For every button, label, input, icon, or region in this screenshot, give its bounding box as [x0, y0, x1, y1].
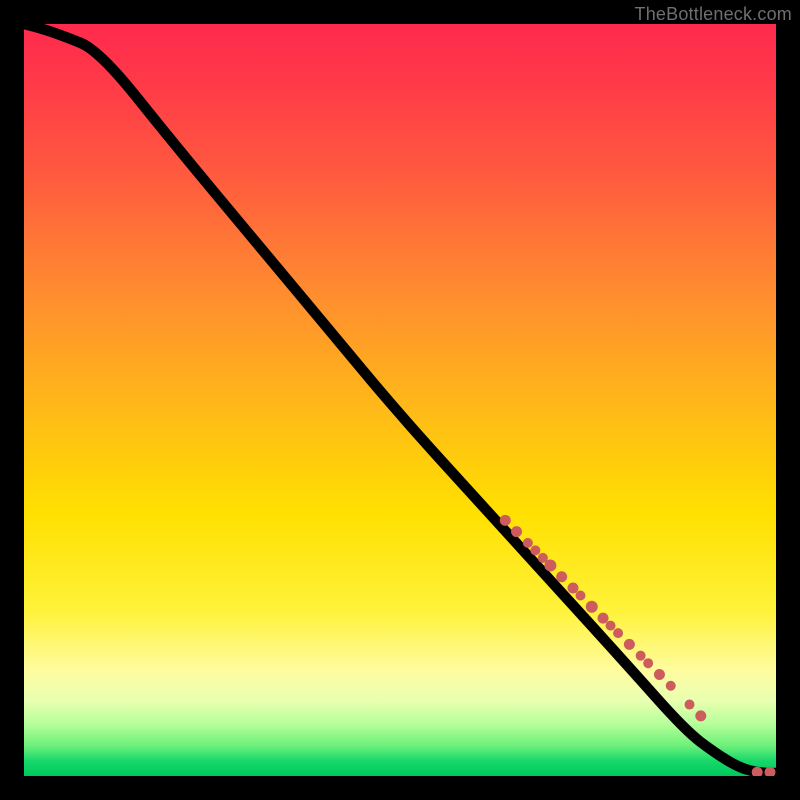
data-point: [544, 559, 556, 571]
data-point: [556, 571, 567, 582]
data-point: [511, 526, 522, 537]
chart-overlay: [24, 24, 776, 776]
data-point: [567, 583, 578, 594]
data-point: [643, 658, 653, 668]
plot-area: [24, 24, 776, 776]
data-point: [500, 515, 511, 526]
data-point: [685, 700, 695, 710]
data-point: [636, 651, 646, 661]
chart-stage: TheBottleneck.com: [0, 0, 800, 800]
data-point: [695, 710, 706, 721]
data-point: [654, 669, 665, 680]
data-point: [530, 545, 540, 555]
data-point: [523, 538, 533, 548]
data-point: [624, 639, 635, 650]
data-point: [598, 613, 609, 624]
data-point: [666, 681, 676, 691]
data-point: [606, 621, 616, 631]
data-point: [613, 628, 623, 638]
bottleneck-curve: [24, 24, 776, 773]
data-point: [575, 591, 585, 601]
marker-group: [500, 515, 776, 776]
data-point: [586, 601, 598, 613]
watermark-text: TheBottleneck.com: [635, 4, 792, 25]
